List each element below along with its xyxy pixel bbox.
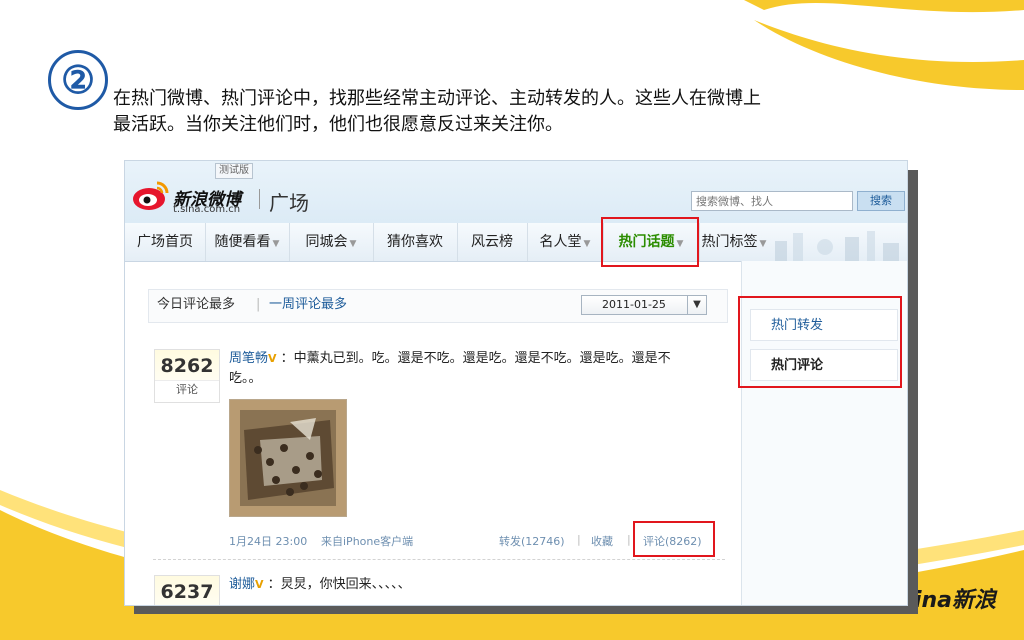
nav-item-guess[interactable]: 猜你喜欢: [373, 223, 458, 261]
nav-label: 热门标签: [701, 234, 758, 250]
nav-item-city[interactable]: 同城会 ▼: [289, 223, 374, 261]
comment-count-box: 8262 评论: [154, 349, 220, 403]
nav-label: 风云榜: [471, 234, 513, 250]
date-value: 2011-01-25: [602, 298, 666, 311]
weibo-logo-icon: [133, 181, 169, 210]
header-divider: [259, 189, 260, 209]
step-number: ②: [48, 50, 108, 110]
yellow-swoosh-top: [744, 0, 1024, 90]
nav-item-rank[interactable]: 风云榜: [457, 223, 528, 261]
weibo-header: 测试版 新浪微博 t.sina.com.cn 广场 搜索微博、找人 搜索: [125, 161, 907, 223]
intro-text: 在热门微博、热门评论中，找那些经常主动评论、主动转发的人。这些人在微博上 最活跃…: [113, 86, 943, 138]
page-title: 广场: [269, 191, 309, 215]
post-photo[interactable]: [229, 399, 347, 517]
nav-item-browse[interactable]: 随便看看 ▼: [205, 223, 290, 261]
post-source[interactable]: 来自iPhone客户端: [321, 533, 413, 549]
comment-count-box: 6237: [154, 575, 220, 605]
comment-count: 6237: [160, 581, 214, 603]
post-text-line1: ：炅炅，你快回来、、、、、: [267, 577, 411, 592]
post-body: 谢娜V ：炅炅，你快回来、、、、、: [229, 575, 709, 595]
comment-count: 8262: [160, 355, 214, 377]
photo-thumbnail: [230, 400, 346, 516]
nav-item-hot-tags[interactable]: 热门标签 ▼: [699, 223, 769, 261]
meta-separator: |: [577, 533, 581, 546]
caret-down-icon: ▼: [272, 239, 280, 249]
tab-separator: |: [256, 297, 261, 312]
search-input[interactable]: 搜索微博、找人: [691, 191, 853, 211]
nav-label: 同城会: [305, 234, 348, 250]
caret-down-icon: ▼: [583, 239, 591, 249]
intro-line-2: 最活跃。当你关注他们时，他们也很愿意反过来关注你。: [113, 114, 563, 135]
search-button[interactable]: 搜索: [857, 191, 905, 211]
favorite-link[interactable]: 收藏: [591, 533, 613, 549]
nav-item-celebrity[interactable]: 名人堂 ▼: [527, 223, 604, 261]
nav-label: 广场首页: [137, 234, 193, 250]
brand-url: t.sina.com.cn: [173, 204, 241, 215]
nav-item-home[interactable]: 广场首页: [125, 223, 206, 261]
comment-count-label: 评论: [155, 380, 219, 399]
repost-link[interactable]: 转发(12746): [499, 533, 565, 549]
post-divider: [153, 559, 725, 560]
comment-tabs: 今日评论最多 | 一周评论最多 2011-01-25 ▼: [148, 289, 728, 323]
date-select[interactable]: 2011-01-25 ▼: [581, 295, 707, 315]
nav-label: 随便看看: [214, 234, 271, 250]
verified-icon: V: [255, 578, 264, 591]
intro-line-1: 在热门微博、热门评论中，找那些经常主动评论、主动转发的人。这些人在微博上: [113, 88, 761, 109]
post-text-line1: ：中薰丸已到。吃。還是不吃。還是吃。還是不吃。還是吃。還是不: [280, 351, 671, 366]
chevron-down-icon: ▼: [687, 296, 706, 314]
nav-label: 猜你喜欢: [387, 234, 443, 250]
weibo-screenshot: 测试版 新浪微博 t.sina.com.cn 广场 搜索微博、找人 搜索 广场首…: [124, 160, 908, 606]
nav-label: 名人堂: [539, 234, 582, 250]
tab-today-most[interactable]: 今日评论最多: [157, 290, 235, 320]
post-author[interactable]: 周笔畅: [229, 351, 268, 366]
post-body: 周笔畅V ：中薰丸已到。吃。還是不吃。還是吃。還是不吃。還是吃。還是不 吃。。: [229, 349, 709, 389]
post-author[interactable]: 谢娜: [229, 577, 255, 592]
skyline-decoration: [775, 231, 899, 261]
highlight-comment-link: [633, 521, 715, 557]
highlight-sidebar: [738, 296, 902, 388]
tab-week-most[interactable]: 一周评论最多: [269, 290, 347, 320]
caret-down-icon: ▼: [349, 239, 357, 249]
highlight-hot-topics: [601, 217, 699, 267]
post-time[interactable]: 1月24日 23:00: [229, 533, 307, 549]
meta-separator: |: [627, 533, 631, 546]
beta-badge: 测试版: [215, 163, 253, 179]
verified-icon: V: [268, 352, 277, 365]
post-text-line2: 吃。。: [229, 371, 262, 386]
